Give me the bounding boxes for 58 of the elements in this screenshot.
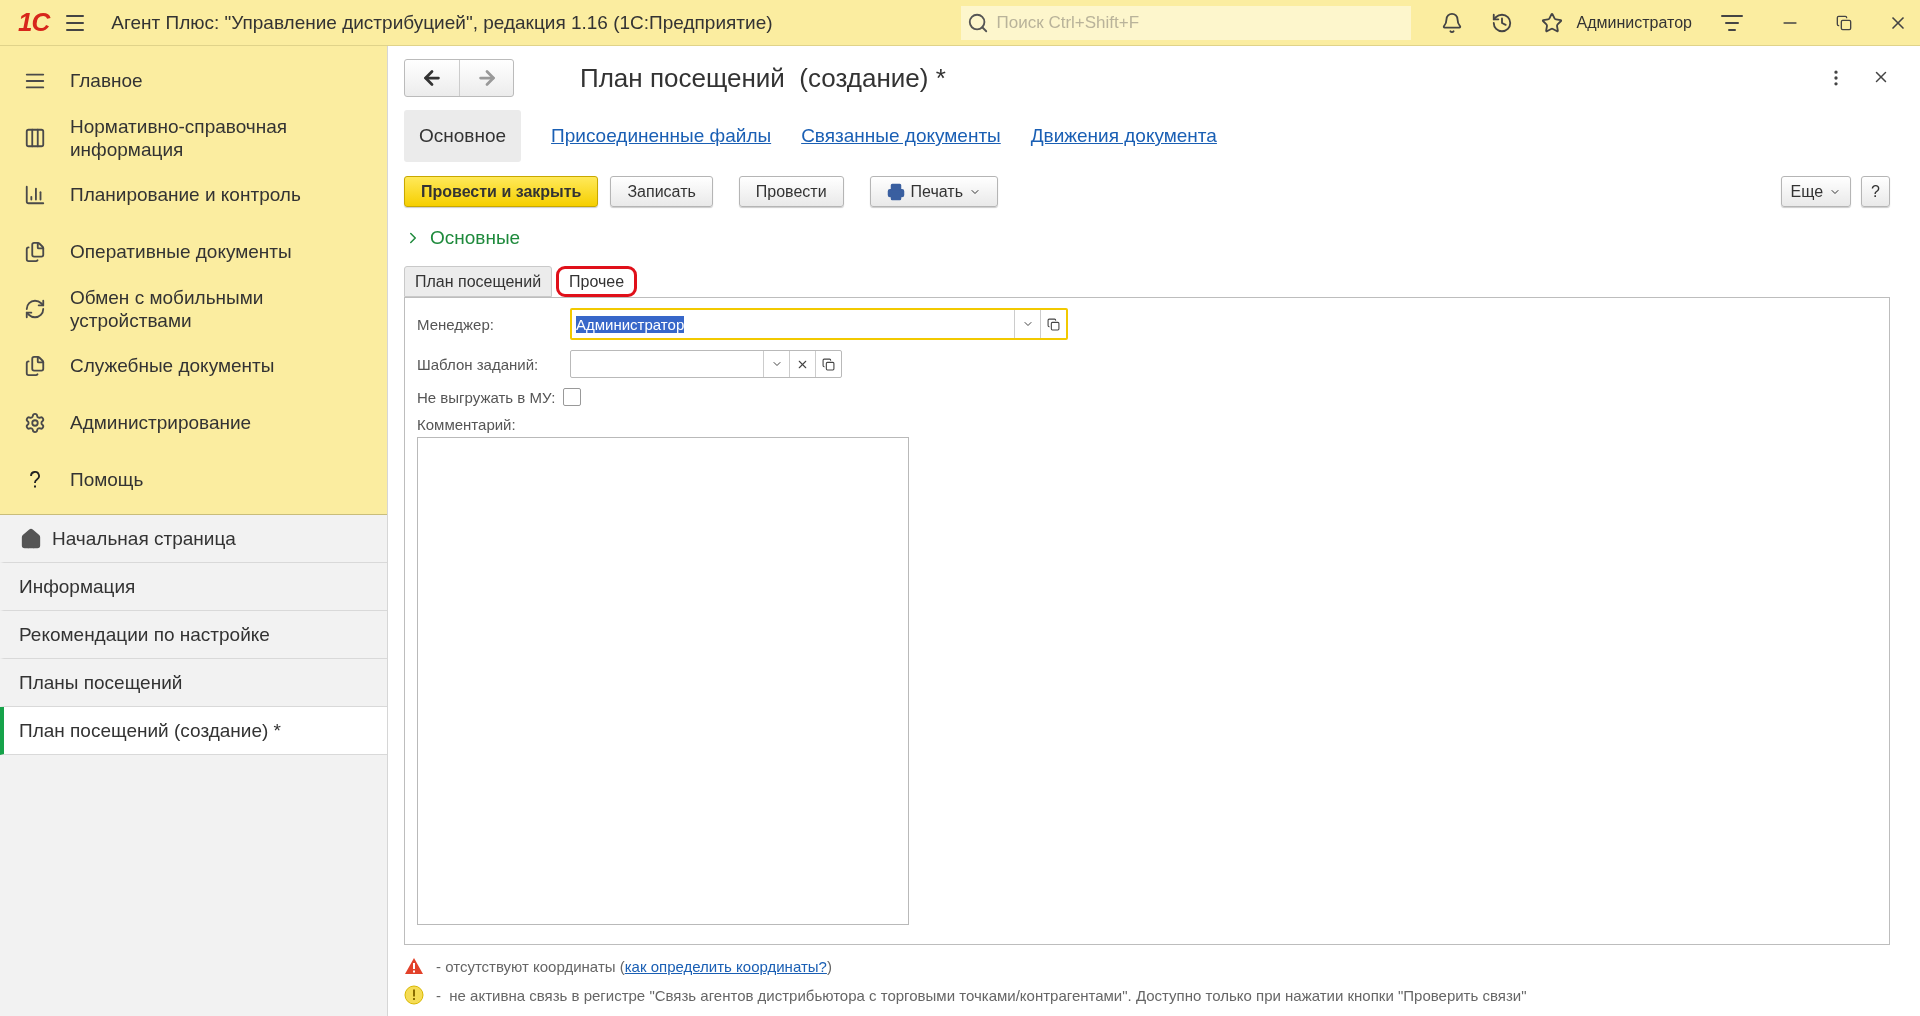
page-tab[interactable]: План посещений [404, 266, 553, 297]
section-item[interactable]: Помощь [70, 468, 144, 491]
form-tab[interactable]: Присоединенные файлы [551, 110, 772, 162]
user-name[interactable]: Администратор [1576, 13, 1692, 32]
search-field[interactable]: Поиск Ctrl+Shift+F [960, 5, 1411, 40]
window-title: Агент Плюс: "Управление дистрибуцией", редакция 1.16 (1С:Предприятие) [111, 11, 773, 34]
arrow-left-icon [421, 67, 443, 89]
form-title: План посещений (создание) * [580, 62, 946, 94]
question-icon [29, 470, 41, 489]
printer-icon [886, 182, 905, 201]
settings-icon [24, 411, 46, 434]
toolbar-button[interactable]: Записать [610, 176, 713, 207]
note-text: - отсутствуют координаты (как определить координаты?) [436, 957, 832, 975]
documents-icon [24, 240, 46, 263]
refresh-icon [24, 297, 46, 320]
section-item[interactable]: Главное [70, 69, 143, 92]
template-field[interactable] [570, 350, 842, 378]
toolbar-button[interactable]: Провести [738, 176, 844, 207]
section-item[interactable]: Планирование и контроль [70, 183, 301, 206]
help-button[interactable]: ? [1861, 176, 1890, 207]
section-item[interactable]: Обмен с мобильными устройствами [70, 285, 387, 332]
print-button[interactable]: Печать [869, 176, 998, 207]
checkbox[interactable] [563, 388, 582, 406]
field-label: Не выгружать в МУ: [417, 388, 556, 406]
history-icon[interactable] [1490, 11, 1513, 34]
group-toggle[interactable]: Основные [404, 227, 1890, 249]
open-icon[interactable] [1047, 317, 1060, 331]
form-tab[interactable]: Основное [404, 110, 522, 162]
search-input[interactable]: Поиск Ctrl+Shift+F [994, 11, 1405, 34]
app-logo: 1С [18, 7, 50, 38]
more-button[interactable]: Еще [1780, 176, 1852, 207]
restore-icon[interactable] [1836, 14, 1852, 31]
field-label: Комментарий: [417, 416, 517, 433]
form-tab[interactable]: Движения документа [1030, 110, 1217, 162]
columns-icon [24, 126, 46, 149]
warning-icon [404, 957, 424, 975]
form-tab[interactable]: Связанные документы [801, 110, 1001, 162]
info-icon [404, 985, 424, 1005]
manager-field[interactable]: Администратор [570, 308, 1068, 340]
section-item[interactable]: Администрирование [70, 411, 252, 434]
star-icon[interactable] [1540, 11, 1563, 34]
open-icon[interactable] [822, 357, 835, 371]
open-window-item[interactable]: План посещений (создание) * [0, 707, 387, 755]
bar-chart-icon [24, 183, 46, 206]
help-link[interactable]: как определить координаты? [624, 957, 827, 975]
post-and-close-button[interactable]: Провести и закрыть [404, 176, 599, 207]
comment-field[interactable] [417, 437, 909, 925]
section-item[interactable]: Нормативно-справочная информация [70, 114, 387, 161]
search-icon [966, 11, 989, 34]
note-text: - не активна связь в регистре "Связь агентов дистрибьютора с торговыми точками/контрагентами". Доступно только при нажатии кнопки "Проверить связи" [436, 986, 1527, 1004]
documents-icon [24, 354, 46, 377]
field-label: Шаблон заданий: [417, 355, 540, 373]
page-tab[interactable]: Прочее [556, 266, 638, 297]
bell-icon[interactable] [1440, 11, 1463, 34]
section-item[interactable]: Служебные документы [70, 354, 275, 377]
section-item[interactable]: Оперативные документы [70, 240, 292, 263]
home-icon [20, 527, 42, 550]
field-label: Менеджер: [417, 315, 495, 333]
